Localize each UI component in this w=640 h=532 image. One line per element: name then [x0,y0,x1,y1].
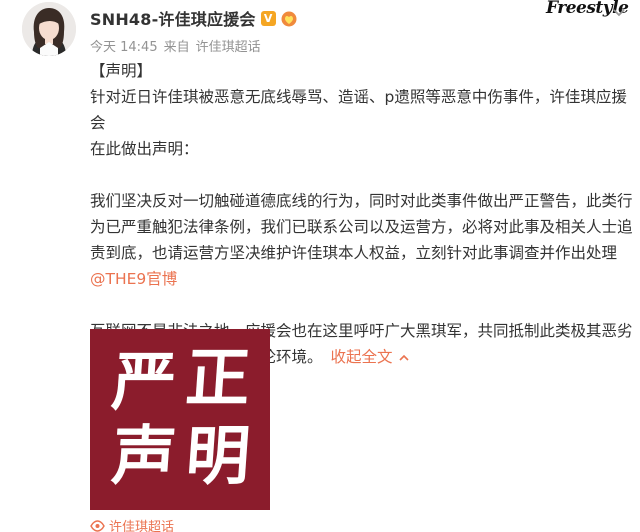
avatar[interactable] [22,2,76,56]
image-char: 严 [109,346,179,420]
verified-badge-icon: V [260,10,276,26]
supertopic-icon [90,519,105,532]
image-char: 明 [183,420,253,494]
supertopic-label: 许佳琪超话 [109,520,175,532]
post-line: 我们坚决反对一切触碰道德底线的行为，同时对此类事件做出严正警告，此类行 [90,192,633,210]
supertopic-link[interactable]: 许佳琪超话 [90,516,174,532]
post-time[interactable]: 今天 14:45 [90,36,158,55]
chevron-down-icon[interactable] [612,8,626,18]
header-name-row: SNH48-许佳琪应援会 V [90,6,298,30]
post-line: 为已严重触犯法律条例，我们已联系公司以及运营方，必将对此事及相关人士追 [90,218,633,236]
post-meta: 今天 14:45 来自 许佳琪超话 [90,36,261,55]
fan-badge-icon[interactable] [280,10,298,27]
post-source[interactable]: 许佳琪超话 [196,36,261,55]
post-line: 在此做出声明： [90,140,199,158]
post-line: 责到底，也请运营方坚决维护许佳琪本人权益，立刻针对此事调查并作出处理 [90,244,618,262]
post-heading: 【声明】 [90,62,153,80]
post-via-label: 来自 [163,40,190,55]
post-line: 针对近日许佳琪被恶意无底线辱骂、造谣、p遗照等恶意中伤事件，许佳琪应援会 [90,88,627,132]
account-name[interactable]: SNH48-许佳琪应援会 [90,6,256,30]
post-image[interactable]: 严 正 声 明 [90,329,270,510]
image-char: 声 [109,420,179,494]
image-char: 正 [183,342,253,416]
collapse-button[interactable]: 收起全文 [331,348,393,366]
post-body: 【声明】 针对近日许佳琪被恶意无底线辱骂、造谣、p遗照等恶意中伤事件，许佳琪应援… [90,58,638,370]
chevron-up-icon[interactable] [398,354,409,362]
avatar-image [22,2,76,56]
mention-link[interactable]: @THE9官博 [90,270,177,288]
